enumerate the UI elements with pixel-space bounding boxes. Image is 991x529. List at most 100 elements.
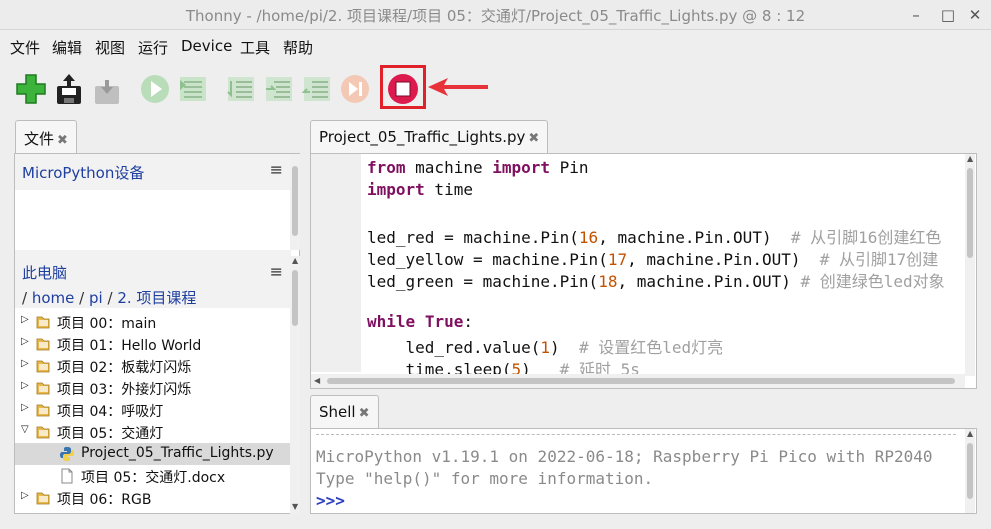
maximize-button[interactable]: □ — [937, 4, 959, 26]
tree-item[interactable]: ▷ 项目 00：main — [15, 311, 291, 333]
tree-item[interactable]: ▷ 项目 01：Hello World — [15, 333, 291, 355]
code-line: time.sleep(5) # 延时 5s — [367, 360, 640, 374]
tree-item[interactable]: ▷ 项目 06：RGB — [15, 487, 291, 509]
close-icon[interactable]: ✖ — [359, 406, 370, 421]
hamburger-menu-icon[interactable]: ≡ — [270, 160, 283, 179]
tree-item-label: 项目 00：main — [57, 316, 157, 332]
files-scrollbar[interactable]: ▲ ▼ — [290, 256, 300, 514]
minimize-button[interactable]: – — [905, 4, 927, 26]
code-editor[interactable]: 12345678910 from machine import Pinimpor… — [310, 153, 977, 389]
run-button[interactable] — [138, 72, 172, 106]
menu-run[interactable]: 运行 — [138, 37, 168, 58]
menu-help[interactable]: 帮助 — [283, 37, 313, 58]
tab-files-label: 文件 — [24, 130, 55, 148]
shell-banner-1: MicroPython v1.19.1 on 2022-06-18; Raspb… — [316, 447, 933, 466]
device-section-label: MicroPython设备 — [22, 164, 145, 182]
window-title: Thonny - /home/pi/2. 项目课程/项目 05：交通灯/Proj… — [185, 7, 806, 25]
folder-icon — [35, 402, 51, 418]
debug-button[interactable] — [176, 72, 210, 106]
step-out-icon — [301, 77, 330, 101]
document-icon — [59, 468, 75, 484]
collapsed-chevron-icon[interactable]: ▷ — [21, 336, 31, 347]
folder-icon — [35, 490, 51, 506]
tree-item[interactable]: ▷ 项目 02：板载灯闪烁 — [15, 355, 291, 377]
breadcrumb-current[interactable]: 2. 项目课程 — [117, 289, 196, 307]
title-bar: Thonny - /home/pi/2. 项目课程/项目 05：交通灯/Proj… — [0, 0, 991, 30]
tab-shell[interactable]: Shell ✖ — [310, 395, 379, 429]
step-over-icon — [227, 77, 254, 101]
shell-separator — [316, 434, 956, 435]
editor-hscrollbar[interactable]: ◀ — [311, 374, 965, 388]
tree-item-label: 项目 06：RGB — [57, 492, 152, 508]
plus-icon — [16, 74, 46, 104]
code-area[interactable]: from machine import Pin import time led_re… — [367, 154, 963, 374]
collapsed-chevron-icon[interactable]: ▷ — [21, 490, 31, 501]
python-file-icon — [59, 446, 75, 462]
code-line: led_yellow = machine.Pin(17, machine.Pin… — [367, 250, 939, 269]
expanded-chevron-icon[interactable]: ▽ — [21, 424, 31, 435]
code-line: led_green = machine.Pin(18, machine.Pin.… — [367, 272, 945, 291]
tab-editor-label: Project_05_Traffic_Lights.py — [319, 128, 526, 146]
save-icon — [57, 74, 81, 104]
hamburger-menu-icon[interactable]: ≡ — [270, 262, 283, 281]
resume-button[interactable] — [338, 72, 372, 106]
collapsed-chevron-icon[interactable]: ▷ — [21, 402, 31, 413]
tab-files[interactable]: 文件 ✖ — [15, 120, 77, 154]
code-line: from machine import Pin — [367, 158, 589, 177]
tab-shell-label: Shell — [319, 403, 356, 421]
menu-tools[interactable]: 工具 — [240, 37, 270, 58]
tree-item[interactable]: ▷ 项目 03：外接灯闪烁 — [15, 377, 291, 399]
load-button[interactable] — [90, 72, 124, 106]
new-file-button[interactable] — [14, 72, 48, 106]
collapsed-chevron-icon[interactable]: ▷ — [21, 358, 31, 369]
tree-item-label: 项目 03：外接灯闪烁 — [57, 382, 192, 398]
folder-icon — [35, 424, 51, 440]
resume-icon — [341, 75, 369, 103]
shell-prompt[interactable]: >>> — [316, 491, 345, 510]
step-into-button[interactable] — [262, 72, 296, 106]
editor-vscrollbar[interactable]: ▲ — [965, 154, 975, 376]
code-line: while True: — [367, 312, 473, 331]
code-line: import time — [367, 180, 473, 199]
breadcrumb-home[interactable]: home — [32, 289, 75, 307]
tree-item-label: 项目 05：交通灯.docx — [81, 470, 226, 486]
step-into-icon — [266, 77, 292, 101]
step-out-button[interactable] — [300, 72, 334, 106]
device-scrollbar[interactable] — [290, 154, 300, 250]
debug-icon — [180, 77, 206, 101]
tree-item[interactable]: ▷ 项目 04：呼吸灯 — [15, 399, 291, 421]
collapsed-chevron-icon[interactable]: ▷ — [21, 380, 31, 391]
breadcrumb: / home / pi / 2. 项目课程 — [22, 289, 197, 307]
menu-edit[interactable]: 编辑 — [52, 37, 82, 58]
stop-button-highlight — [380, 65, 426, 109]
close-icon[interactable]: ✖ — [57, 133, 68, 148]
tree-item[interactable]: 项目 05：交通灯.docx — [15, 465, 291, 487]
menu-bar: 文件 编辑 视图 运行 Device 工具 帮助 — [0, 31, 991, 61]
breadcrumb-pi[interactable]: pi — [89, 289, 103, 307]
tree-item[interactable]: Project_05_Traffic_Lights.py — [15, 443, 291, 465]
folder-icon — [35, 336, 51, 352]
shell-scrollbar[interactable]: ▲ — [965, 429, 975, 513]
code-line: led_red.value(1) # 设置红色led灯亮 — [367, 338, 724, 357]
shell-banner-2: Type "help()" for more information. — [316, 469, 654, 488]
computer-section-label: 此电脑 — [22, 264, 68, 282]
close-icon[interactable]: ✖ — [528, 131, 539, 146]
tree-item[interactable]: ▽ 项目 05：交通灯 — [15, 421, 291, 443]
device-section-header: MicroPython设备 ≡ — [15, 154, 291, 190]
folder-icon — [35, 358, 51, 374]
line-number-gutter — [311, 154, 361, 372]
close-button[interactable]: ✕ — [964, 4, 986, 26]
toolbar — [0, 62, 991, 118]
tree-item-label: 项目 05：交通灯 — [57, 426, 164, 442]
code-line: led_red = machine.Pin(16, machine.Pin.OU… — [367, 228, 942, 247]
menu-view[interactable]: 视图 — [95, 37, 125, 58]
folder-icon — [35, 314, 51, 330]
step-over-button[interactable] — [224, 72, 258, 106]
menu-device[interactable]: Device — [181, 37, 232, 55]
shell-panel[interactable]: MicroPython v1.19.1 on 2022-06-18; Raspb… — [310, 428, 977, 514]
play-icon — [141, 75, 169, 103]
collapsed-chevron-icon[interactable]: ▷ — [21, 314, 31, 325]
tab-editor[interactable]: Project_05_Traffic_Lights.py ✖ — [310, 120, 549, 154]
menu-file[interactable]: 文件 — [10, 37, 40, 58]
save-button[interactable] — [52, 72, 86, 106]
